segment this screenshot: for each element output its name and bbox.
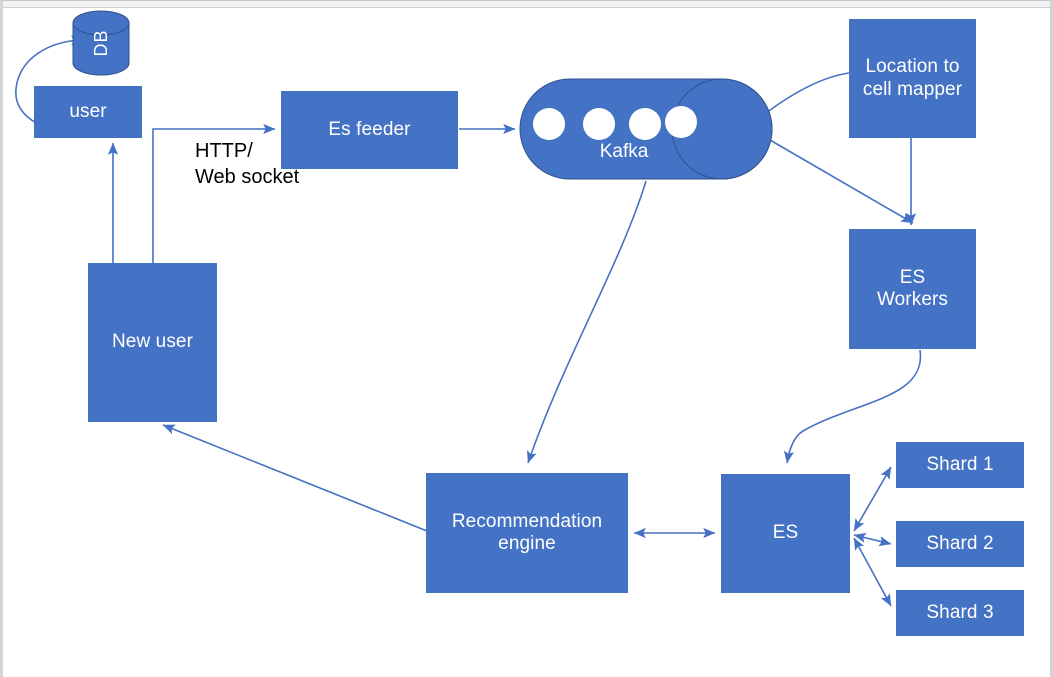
db-node-label: DB <box>90 29 111 57</box>
kafka-cylinder-shape[interactable] <box>519 78 773 180</box>
node-es-workers-label: ES Workers <box>876 266 949 310</box>
node-kafka-label: Kafka <box>599 141 649 162</box>
edge-kafka-to-location-mapper <box>765 72 850 114</box>
node-shard-2[interactable]: Shard 2 <box>896 521 1024 567</box>
node-recommendation-engine[interactable]: Recommendation engine <box>426 473 628 593</box>
kafka-partition-2 <box>583 108 615 140</box>
node-new-user-label: New user <box>111 331 194 353</box>
kafka-partition-3 <box>629 108 661 140</box>
node-location-to-cell-mapper[interactable]: Location to cell mapper <box>849 19 976 138</box>
node-shard-3[interactable]: Shard 3 <box>896 590 1024 636</box>
node-es[interactable]: ES <box>721 474 850 593</box>
node-es-workers[interactable]: ES Workers <box>849 229 976 349</box>
node-recommendation-engine-label: Recommendation engine <box>451 510 603 554</box>
node-shard-2-label: Shard 2 <box>926 532 994 554</box>
node-new-user[interactable]: New user <box>88 263 217 422</box>
node-es-feeder-label: Es feeder <box>328 118 411 140</box>
window-top-strip <box>3 1 1050 8</box>
node-shard-1[interactable]: Shard 1 <box>896 442 1024 488</box>
diagram-canvas: DB user New user HTTP/ Web socket Es fee… <box>0 0 1053 677</box>
edge-es-to-shard2 <box>853 532 892 547</box>
node-location-to-cell-mapper-label: Location to cell mapper <box>862 56 963 100</box>
edge-kafka-to-esworkers <box>769 139 914 224</box>
kafka-partition-4 <box>665 106 697 138</box>
kafka-partition-1 <box>533 108 565 140</box>
node-shard-1-label: Shard 1 <box>926 453 994 475</box>
node-user[interactable]: user <box>34 86 142 138</box>
edge-kafka-to-recommendation-engine <box>527 180 647 464</box>
node-es-label: ES <box>772 522 799 544</box>
node-es-feeder[interactable]: Es feeder <box>281 91 458 169</box>
edge-es-to-shard1 <box>853 466 892 532</box>
node-user-label: user <box>69 100 107 122</box>
edge-recommendation-engine-to-newuser <box>162 424 428 532</box>
edge-es-to-shard3 <box>853 537 892 607</box>
node-shard-3-label: Shard 3 <box>926 601 994 623</box>
